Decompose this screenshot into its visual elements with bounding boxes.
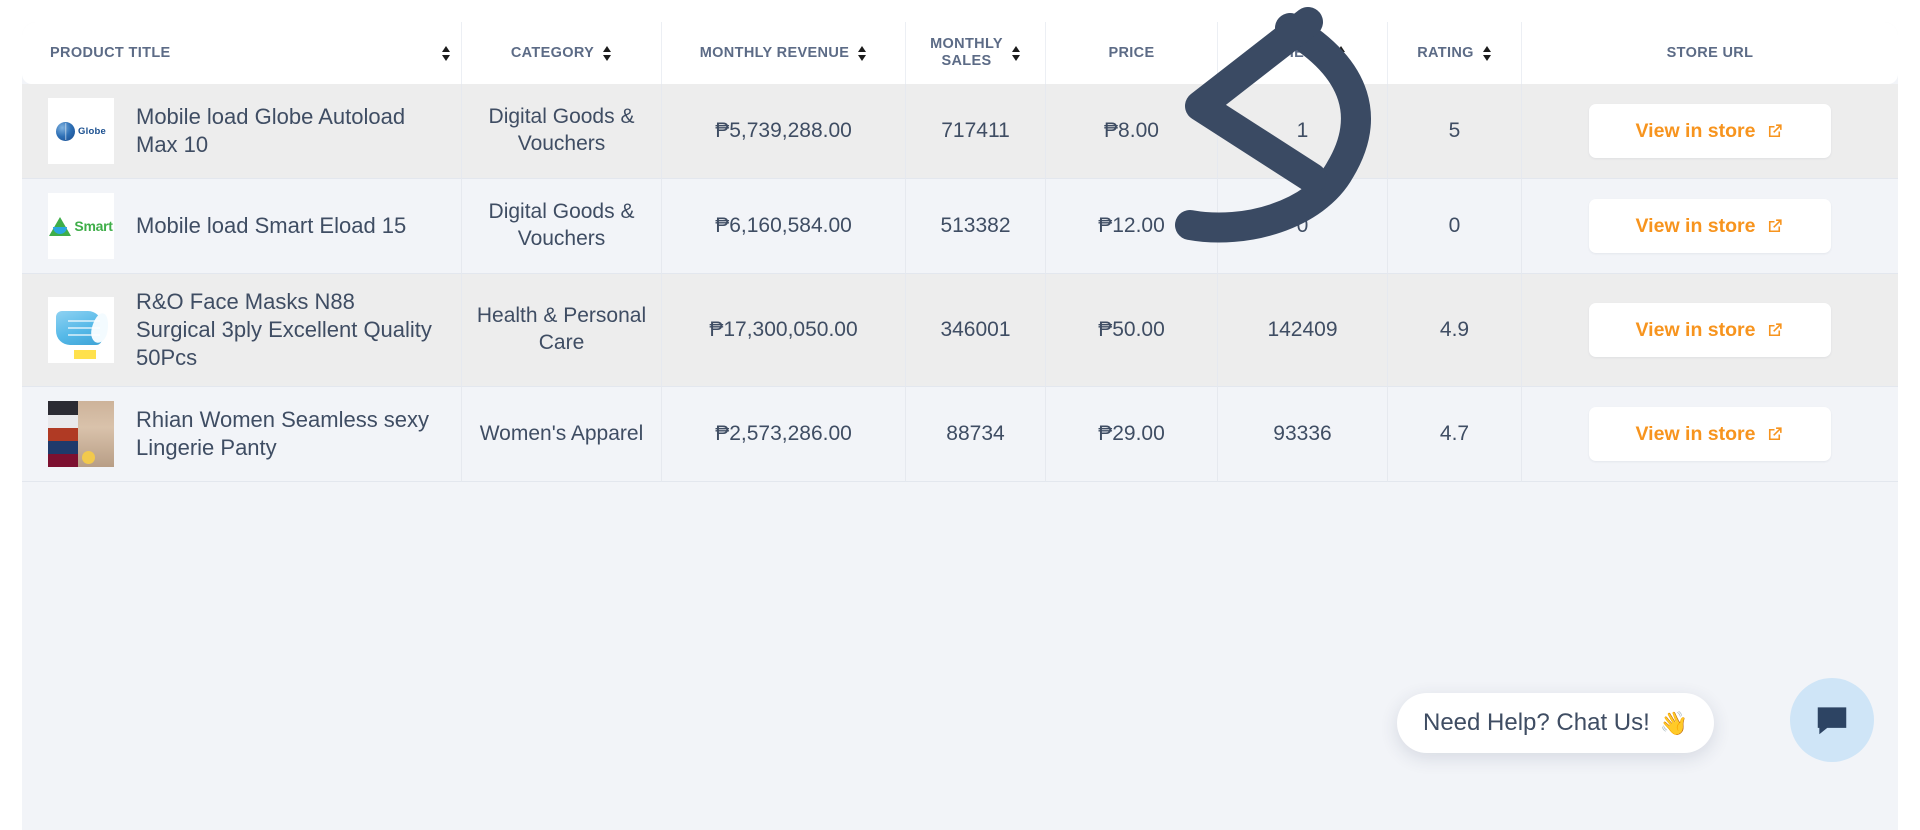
- product-title-text: Mobile load Globe Autoload Max 10: [136, 103, 406, 157]
- sort-toggle-icon[interactable]: [858, 45, 867, 62]
- cell-category: Digital Goods & Vouchers: [462, 179, 662, 274]
- chat-launcher-button[interactable]: [1790, 678, 1874, 762]
- column-header-label: MONTHLY REVENUE: [699, 44, 850, 61]
- cell-monthly-sales: 346001: [906, 274, 1046, 388]
- cell-product-title: Smart Mobile load Smart Eload 15: [22, 179, 462, 274]
- cell-rating: 0: [1388, 179, 1522, 274]
- sort-toggle-icon[interactable]: [1011, 45, 1021, 62]
- cell-reviews: 1: [1218, 84, 1388, 179]
- cell-monthly-revenue: ₱2,573,286.00: [662, 387, 906, 483]
- column-header-label: RATING: [1417, 44, 1474, 61]
- cell-price: ₱8.00: [1046, 84, 1218, 179]
- column-header-price: PRICE: [1046, 22, 1218, 84]
- view-in-store-label: View in store: [1635, 318, 1756, 341]
- cell-store-url: View in store: [1522, 179, 1898, 274]
- table-header: PRODUCT TITLE CATEGORY MONTHLY REVENUE MONT…: [22, 22, 1898, 84]
- table-header-row: PRODUCT TITLE CATEGORY MONTHLY REVENUE MONT…: [22, 22, 1898, 84]
- column-header-label: STORE URL: [1666, 44, 1754, 61]
- cell-store-url: View in store: [1522, 274, 1898, 388]
- cell-reviews: 93336: [1218, 387, 1388, 483]
- column-header-label: MONTHLY SALES: [930, 36, 1003, 69]
- column-header-url: STORE URL: [1522, 22, 1898, 84]
- column-header-sales[interactable]: MONTHLY SALES: [906, 22, 1046, 84]
- cell-monthly-sales: 717411: [906, 84, 1046, 179]
- cell-monthly-revenue: ₱5,739,288.00: [662, 84, 906, 179]
- cell-reviews: 142409: [1218, 274, 1388, 388]
- external-link-icon: [1769, 123, 1783, 137]
- view-in-store-button[interactable]: View in store: [1589, 407, 1831, 462]
- product-table: PRODUCT TITLE CATEGORY MONTHLY REVENUE MONT…: [22, 22, 1898, 483]
- column-header-label: CATEGORY: [510, 44, 595, 61]
- globe-logo-icon: Globe: [48, 98, 114, 164]
- cell-category: Health & Personal Care: [462, 274, 662, 388]
- table-row[interactable]: Smart Mobile load Smart Eload 15 Digital G…: [22, 179, 1898, 274]
- column-header-title[interactable]: PRODUCT TITLE: [22, 22, 462, 84]
- external-link-icon: [1769, 323, 1783, 336]
- table-body: Globe Mobile load Globe Autoload Max 10 Di…: [22, 84, 1898, 483]
- chat-bubble-icon: [1817, 707, 1847, 735]
- column-header-revenue[interactable]: MONTHLY REVENUE: [662, 22, 906, 84]
- view-in-store-label: View in store: [1635, 422, 1756, 445]
- view-in-store-label: View in store: [1635, 214, 1756, 237]
- table-row[interactable]: R&O Face Masks N88 Surgical 3ply Excelle…: [22, 274, 1898, 388]
- cell-product-title: R&O Face Masks N88 Surgical 3ply Excelle…: [22, 274, 462, 388]
- cell-store-url: View in store: [1522, 84, 1898, 179]
- column-header-rating[interactable]: RATING: [1388, 22, 1522, 84]
- sort-toggle-icon[interactable]: [442, 45, 451, 62]
- cell-store-url: View in store: [1522, 387, 1898, 483]
- cell-price: ₱29.00: [1046, 387, 1218, 483]
- cell-monthly-revenue: ₱17,300,050.00: [662, 274, 906, 388]
- sort-toggle-icon[interactable]: [1482, 45, 1492, 62]
- column-header-label: PRODUCT TITLE: [50, 44, 171, 61]
- app-root: PRODUCT TITLE CATEGORY MONTHLY REVENUE MONT…: [0, 0, 1920, 830]
- view-in-store-label: View in store: [1635, 119, 1756, 142]
- cell-category: Digital Goods & Vouchers: [462, 84, 662, 179]
- table-row[interactable]: Rhian Women Seamless sexy Lingerie Panty…: [22, 387, 1898, 483]
- cell-monthly-sales: 513382: [906, 179, 1046, 274]
- column-header-label: REVIEWS: [1258, 44, 1329, 61]
- product-title-text: Mobile load Smart Eload 15: [136, 212, 407, 238]
- cell-rating: 5: [1388, 84, 1522, 179]
- cell-product-title: Rhian Women Seamless sexy Lingerie Panty: [22, 387, 462, 483]
- cell-rating: 4.9: [1388, 274, 1522, 388]
- chat-prompt-pill[interactable]: Need Help? Chat Us! 👋: [1397, 693, 1715, 753]
- view-in-store-button[interactable]: View in store: [1589, 199, 1831, 253]
- sort-toggle-icon[interactable]: [1337, 45, 1346, 62]
- external-link-icon: [1769, 218, 1783, 232]
- cell-product-title: Globe Mobile load Globe Autoload Max 10: [22, 84, 462, 179]
- smart-logo-icon: Smart: [48, 193, 114, 259]
- waving-hand-icon: 👋: [1659, 709, 1689, 736]
- external-link-icon: [1769, 427, 1783, 441]
- chat-prompt-text: Need Help? Chat Us!: [1423, 709, 1650, 736]
- column-header-label: PRICE: [1108, 44, 1155, 61]
- column-header-reviews[interactable]: REVIEWS: [1218, 22, 1388, 84]
- view-in-store-button[interactable]: View in store: [1589, 104, 1831, 158]
- face-mask-product-image: [48, 297, 114, 364]
- lingerie-product-image: [48, 401, 114, 468]
- cell-reviews: 0: [1218, 179, 1388, 274]
- cell-monthly-revenue: ₱6,160,584.00: [662, 179, 906, 274]
- cell-price: ₱12.00: [1046, 179, 1218, 274]
- cell-category: Women's Apparel: [462, 387, 662, 483]
- cell-monthly-sales: 88734: [906, 387, 1046, 483]
- product-title-text: Rhian Women Seamless sexy Lingerie Panty: [136, 407, 430, 461]
- view-in-store-button[interactable]: View in store: [1589, 303, 1831, 358]
- product-title-text: R&O Face Masks N88 Surgical 3ply Excelle…: [136, 289, 432, 371]
- table-row[interactable]: Globe Mobile load Globe Autoload Max 10 Di…: [22, 84, 1898, 179]
- cell-rating: 4.7: [1388, 387, 1522, 483]
- column-header-category[interactable]: CATEGORY: [462, 22, 662, 84]
- cell-price: ₱50.00: [1046, 274, 1218, 388]
- sort-toggle-icon[interactable]: [603, 45, 612, 62]
